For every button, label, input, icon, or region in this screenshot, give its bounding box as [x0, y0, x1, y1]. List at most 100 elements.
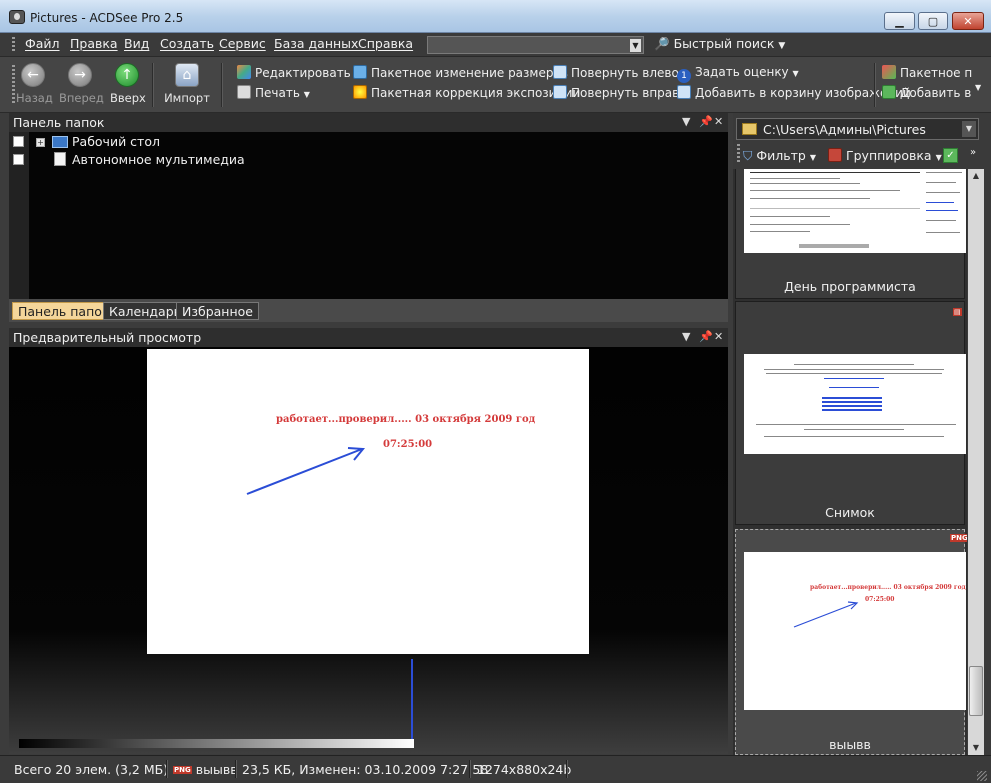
tab-calendar[interactable]: Календарь: [103, 302, 187, 320]
toolbar-separator: [152, 63, 153, 107]
add-to-basket-label: Добавить в корзину изображений: [695, 86, 911, 100]
minimize-button[interactable]: ▁: [884, 12, 915, 30]
menu-tools[interactable]: Сервис: [219, 36, 266, 51]
scroll-up-icon[interactable]: ▲: [968, 169, 984, 183]
file-type-badge: ▤: [953, 308, 962, 316]
filter-button[interactable]: ⛉ Фильтр ▼: [743, 148, 816, 164]
folder-icon: [742, 123, 757, 135]
back-button[interactable]: ← Назад: [16, 63, 53, 105]
rotate-left-button[interactable]: Повернуть влево: [553, 65, 679, 80]
close-icon[interactable]: ✕: [714, 330, 723, 343]
thumbnail-image-text-1: работает...проверил..... 03 октября 2009…: [810, 584, 966, 591]
chevron-down-icon[interactable]: ▼: [630, 39, 641, 52]
forward-label: Вперед: [59, 91, 104, 105]
menu-help[interactable]: Справка: [358, 36, 413, 51]
magnifier-icon: 🔎: [654, 36, 670, 51]
tree-item-desktop[interactable]: Рабочий стол: [72, 134, 160, 152]
window-title: Pictures - ACDSee Pro 2.5: [30, 11, 184, 25]
print-button[interactable]: Печать ▼: [237, 85, 310, 100]
preview-image-text-1: работает...проверил..... 03 октября 2009…: [276, 414, 536, 425]
rotate-right-button[interactable]: Повернуть вправо: [553, 85, 687, 100]
chevron-down-icon[interactable]: ▼: [962, 121, 976, 137]
thumbnail-item[interactable]: PNG работает...проверил..... 03 октября …: [735, 529, 967, 755]
edit-button[interactable]: Редактировать ▼: [237, 65, 361, 80]
import-button[interactable]: ⌂ Импорт: [162, 63, 212, 105]
status-dimensions: 1274x880x24b: [477, 762, 572, 777]
up-button[interactable]: ↑ Вверх: [110, 63, 146, 105]
thumbnail-caption: День программиста: [784, 279, 916, 294]
maximize-icon: ▢: [927, 14, 939, 28]
resize-grip-icon[interactable]: [977, 771, 987, 781]
tab-favorites[interactable]: Избранное: [176, 302, 259, 320]
status-file-info: 23,5 КБ, Изменен: 03.10.2009 7:27:58: [242, 762, 489, 777]
batch-exposure-label: Пакетная коррекция экспозиции: [371, 86, 581, 100]
preview-panel-header: Предварительный просмотр ▼ 📌 ✕: [9, 328, 728, 347]
thumbnail-item[interactable]: ▤ Снимок: [735, 301, 966, 525]
menu-create[interactable]: Создать: [160, 36, 214, 51]
back-arrow-icon: ←: [21, 63, 45, 87]
close-icon: ✕: [963, 14, 973, 28]
add-to-category-button[interactable]: Добавить в ка: [882, 85, 972, 100]
histogram-peak: [411, 659, 413, 739]
up-label: Вверх: [110, 91, 146, 105]
preview-image-text-2: 07:25:00: [383, 439, 433, 450]
search-combo[interactable]: ▼: [427, 36, 644, 54]
blue-arrow-drawing: [793, 601, 859, 628]
menu-bar: Файл Правка Вид Создать Сервис База данн…: [0, 33, 991, 57]
folders-tabs: Панель папок Календарь Избранное: [9, 299, 728, 322]
batch-format-button[interactable]: Пакетное преc: [882, 65, 972, 80]
edit-label: Редактировать: [255, 66, 351, 80]
status-separator: [566, 760, 567, 778]
histogram-gradient: [19, 739, 414, 748]
group-button[interactable]: Группировка ▼: [828, 148, 942, 163]
basket-icon: [677, 85, 691, 99]
offline-media-icon: [54, 152, 66, 166]
png-badge: PNG: [173, 766, 192, 774]
filter-bar-overflow[interactable]: »: [970, 147, 976, 158]
acdsee-app-icon: [9, 10, 25, 24]
preview-panel-title: Предварительный просмотр: [13, 330, 202, 345]
path-text: C:\Users\Админы\Pictures: [763, 122, 926, 137]
desktop-checkbox[interactable]: [13, 136, 24, 147]
chevron-down-icon: ▼: [303, 90, 310, 99]
tab-folders[interactable]: Панель папок: [12, 302, 116, 320]
close-button[interactable]: ✕: [952, 12, 984, 30]
panel-menu-icon[interactable]: ▼: [682, 115, 690, 128]
expand-icon[interactable]: +: [36, 138, 45, 147]
forward-button[interactable]: → Вперед: [59, 63, 104, 105]
thumbnail-scrollbar[interactable]: ▲ ▼: [968, 169, 984, 755]
thumbnail-list: День программиста ▤ Снимок PNG работает.…: [733, 169, 967, 755]
maximize-button[interactable]: ▢: [918, 12, 948, 30]
offline-media-checkbox[interactable]: [13, 154, 24, 165]
set-rating-button[interactable]: 1 Задать оценку ▼: [677, 65, 799, 83]
batch-resize-button[interactable]: Пакетное изменение размеров: [353, 65, 568, 80]
preview-area: работает...проверил..... 03 октября 2009…: [9, 347, 728, 754]
close-icon[interactable]: ✕: [714, 115, 723, 128]
menu-view[interactable]: Вид: [124, 36, 149, 51]
menu-database[interactable]: База данных: [274, 36, 358, 51]
scroll-thumb[interactable]: [969, 666, 983, 716]
toolbar-overflow-button[interactable]: ▼: [975, 83, 981, 92]
import-label: Импорт: [164, 91, 210, 105]
exposure-icon: [353, 85, 367, 99]
title-bar: Pictures - ACDSee Pro 2.5 ▁ ▢ ✕: [0, 0, 991, 33]
thumbnail-caption: Снимок: [825, 505, 875, 520]
pin-icon[interactable]: 📌: [699, 330, 713, 343]
checkmark-icon[interactable]: ✓: [943, 148, 958, 163]
quick-search-button[interactable]: 🔎 Быстрый поиск ▼: [654, 36, 785, 52]
pin-icon[interactable]: 📌: [699, 115, 713, 128]
menu-file[interactable]: Файл: [25, 36, 60, 51]
batch-resize-label: Пакетное изменение размеров: [371, 66, 568, 80]
menu-edit[interactable]: Правка: [70, 36, 118, 51]
add-to-basket-button[interactable]: Добавить в корзину изображений: [677, 85, 911, 100]
tree-item-offline-media[interactable]: Автономное мультимедиа: [72, 152, 245, 170]
path-combo[interactable]: C:\Users\Админы\Pictures ▼: [736, 118, 979, 140]
status-separator: [166, 760, 167, 778]
status-separator: [235, 760, 236, 778]
thumbnail-item[interactable]: День программиста: [735, 169, 966, 299]
chevron-down-icon: ▼: [778, 41, 786, 51]
main-toolbar: ← Назад → Вперед ↑ Вверх ⌂ Импорт Редакт…: [0, 57, 991, 113]
scroll-down-icon[interactable]: ▼: [968, 741, 984, 755]
batch-exposure-button[interactable]: Пакетная коррекция экспозиции: [353, 85, 580, 100]
panel-menu-icon[interactable]: ▼: [682, 330, 690, 343]
